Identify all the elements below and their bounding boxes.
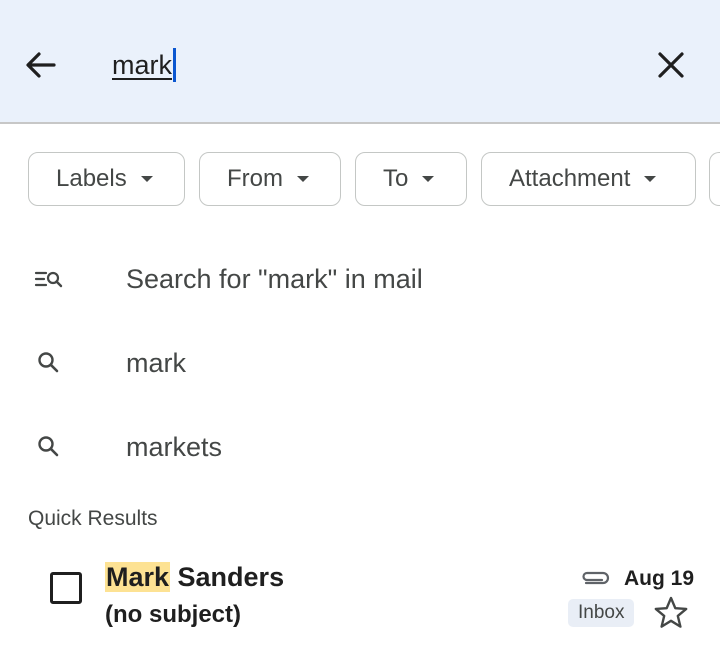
- search-icon: [38, 436, 59, 457]
- text-cursor: [173, 48, 176, 82]
- close-icon: [658, 52, 684, 78]
- attachment-icon: [582, 571, 610, 585]
- filter-chip-label: Attachment: [509, 165, 631, 192]
- search-header: mark: [0, 0, 720, 124]
- filter-chip-partial[interactable]: [709, 152, 720, 206]
- filter-chip-labels[interactable]: Labels: [28, 152, 185, 206]
- quick-result-item[interactable]: Mark Sanders (no subject) Aug 19 Inbox: [0, 552, 720, 652]
- select-checkbox[interactable]: [50, 572, 82, 604]
- sender-name-rest: Sanders: [170, 562, 285, 592]
- quick-results-heading: Quick Results: [28, 507, 158, 530]
- filter-chip-to[interactable]: To: [355, 152, 467, 206]
- dropdown-arrow-icon: [644, 176, 657, 182]
- filter-chip-label: To: [383, 165, 409, 192]
- suggestion-search-in-mail[interactable]: Search for "mark" in mail: [0, 249, 720, 309]
- filter-chip-attachment[interactable]: Attachment: [481, 152, 696, 206]
- clear-search-button[interactable]: [650, 44, 692, 86]
- star-button[interactable]: [652, 594, 690, 632]
- email-subject: (no subject): [105, 601, 241, 628]
- search-match-highlight: Mark: [105, 562, 171, 592]
- back-button[interactable]: [20, 44, 62, 86]
- dropdown-arrow-icon: [297, 176, 309, 182]
- star-outline-icon: [654, 596, 688, 628]
- search-icon: [38, 352, 59, 373]
- email-date: Aug 19: [624, 567, 695, 590]
- suggestion-text: mark: [126, 348, 186, 378]
- dropdown-arrow-icon: [140, 176, 153, 182]
- filter-chip-label: Labels: [56, 165, 127, 192]
- suggestion-text: Search for "mark" in mail: [126, 264, 423, 294]
- filter-chips: Labels From To Attachment: [0, 152, 720, 208]
- search-in-mail-icon: [34, 271, 63, 288]
- arrow-back-icon: [26, 52, 56, 78]
- filter-chip-from[interactable]: From: [199, 152, 341, 206]
- filter-chip-label: From: [227, 165, 283, 192]
- search-query-text: mark: [112, 50, 172, 80]
- label-badge: Inbox: [568, 599, 635, 627]
- dropdown-arrow-icon: [422, 176, 435, 182]
- sender-name: Mark Sanders: [105, 560, 284, 594]
- suggestion-markets[interactable]: markets: [0, 417, 720, 477]
- search-input[interactable]: mark: [112, 45, 176, 85]
- suggestion-text: markets: [126, 432, 223, 462]
- suggestion-mark[interactable]: mark: [0, 333, 720, 393]
